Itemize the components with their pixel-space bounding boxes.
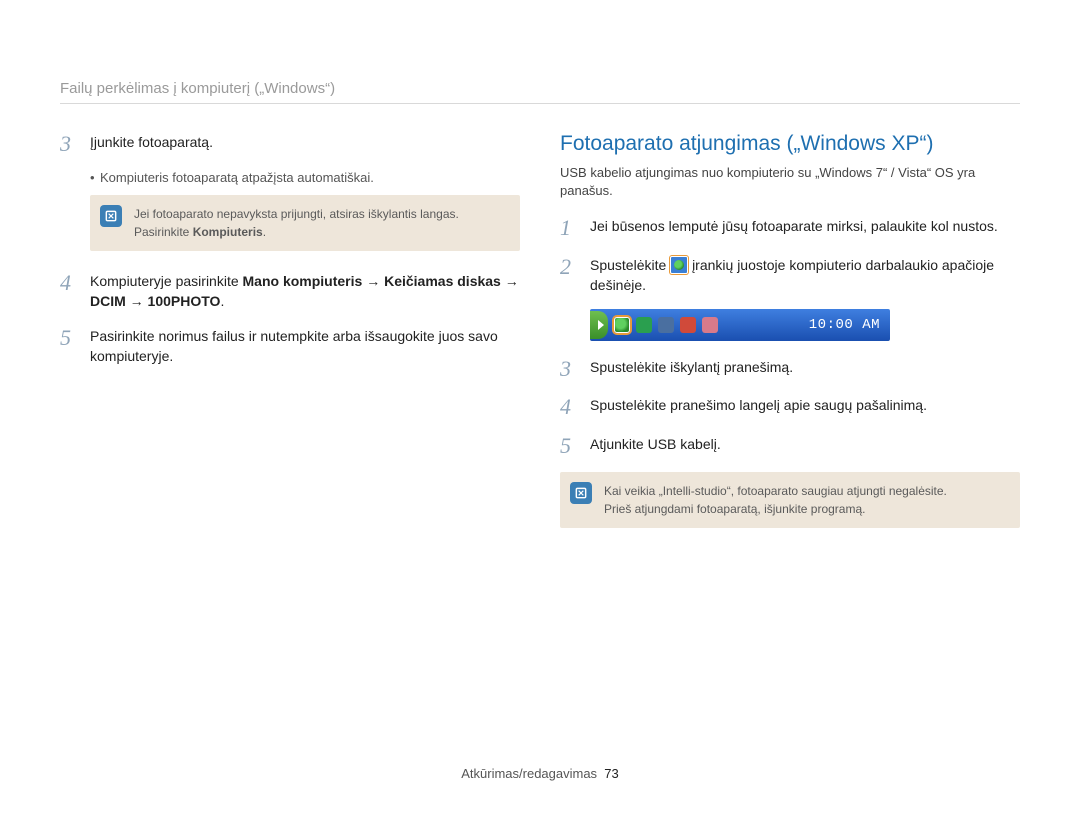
taskbar-screenshot: 10:00 AM xyxy=(590,309,890,341)
start-button-icon xyxy=(590,311,608,339)
step-number: 1 xyxy=(560,216,578,240)
note-text: . xyxy=(263,225,266,239)
monitor-tray-icon xyxy=(658,317,674,333)
note-icon xyxy=(570,482,592,504)
step-text: Spustelėkite iškylantį pranešimą. xyxy=(590,357,1020,381)
page-footer: Atkūrimas/redagavimas 73 xyxy=(0,766,1080,781)
safely-remove-icon xyxy=(670,256,688,274)
step-4: 4 Spustelėkite pranešimo langelį apie sa… xyxy=(560,395,1020,419)
step-3: 3 Įjunkite fotoaparatą. xyxy=(60,132,520,156)
step-number: 3 xyxy=(560,357,578,381)
step-1: 1 Jei būsenos lemputė jūsų fotoaparate m… xyxy=(560,216,1020,240)
step-text-part: Spustelėkite xyxy=(590,257,670,273)
note-box-1: Jei fotoaparato nepavyksta prijungti, at… xyxy=(90,195,520,251)
note-text-bold: Kompiuteris xyxy=(193,225,263,239)
step-number: 4 xyxy=(60,271,78,312)
step-number: 4 xyxy=(560,395,578,419)
step-3: 3 Spustelėkite iškylantį pranešimą. xyxy=(560,357,1020,381)
step-number: 5 xyxy=(60,326,78,367)
step-text: Kompiuteryje pasirinkite Mano kompiuteri… xyxy=(90,271,520,312)
footer-section: Atkūrimas/redagavimas xyxy=(461,766,597,781)
step-text: Jei būsenos lemputė jūsų fotoaparate mir… xyxy=(590,216,1020,240)
note-text-line: Kai veikia „Intelli-studio“, fotoaparato… xyxy=(604,482,1008,500)
network-tray-icon xyxy=(702,317,718,333)
step-5: 5 Atjunkite USB kabelį. xyxy=(560,434,1020,458)
safely-remove-tray-icon xyxy=(614,317,630,333)
note-box-2: Kai veikia „Intelli-studio“, fotoaparato… xyxy=(560,472,1020,528)
section-subtext: USB kabelio atjungimas nuo kompiuterio s… xyxy=(560,164,1020,200)
two-column-layout: 3 Įjunkite fotoaparatą. Kompiuteris foto… xyxy=(60,132,1020,548)
step-number: 3 xyxy=(60,132,78,156)
step-text: Spustelėkite pranešimo langelį apie saug… xyxy=(590,395,1020,419)
step-text: Atjunkite USB kabelį. xyxy=(590,434,1020,458)
note-text-line: Jei fotoaparato nepavyksta prijungti, at… xyxy=(134,205,508,223)
shield-tray-icon xyxy=(636,317,652,333)
step-2: 2 Spustelėkite įrankių juostoje kompiute… xyxy=(560,255,1020,296)
step-text-part: Kompiuteryje pasirinkite xyxy=(90,273,243,289)
left-column: 3 Įjunkite fotoaparatą. Kompiuteris foto… xyxy=(60,132,520,548)
step-5: 5 Pasirinkite norimus failus ir nutempki… xyxy=(60,326,520,367)
step-3-subbullet: Kompiuteris fotoaparatą atpažįsta automa… xyxy=(90,170,520,185)
note-text-line: Pasirinkite Kompiuteris. xyxy=(134,223,508,241)
note-text-line: Prieš atjungdami fotoaparatą, išjunkite … xyxy=(604,500,1008,518)
step-text: Pasirinkite norimus failus ir nutempkite… xyxy=(90,326,520,367)
step-text: Įjunkite fotoaparatą. xyxy=(90,132,520,156)
taskbar-clock: 10:00 AM xyxy=(809,317,884,333)
step-number: 2 xyxy=(560,255,578,296)
section-heading: Fotoaparato atjungimas („Windows XP“) xyxy=(560,132,1020,156)
step-text: Spustelėkite įrankių juostoje kompiuteri… xyxy=(590,255,1020,296)
right-column: Fotoaparato atjungimas („Windows XP“) US… xyxy=(560,132,1020,548)
step-text-part: . xyxy=(220,293,224,309)
volume-tray-icon xyxy=(680,317,696,333)
note-text: Pasirinkite xyxy=(134,225,193,239)
step-4: 4 Kompiuteryje pasirinkite Mano kompiute… xyxy=(60,271,520,312)
page-header: Failų perkėlimas į kompiuterį („Windows“… xyxy=(60,80,1020,104)
step-number: 5 xyxy=(560,434,578,458)
page-number: 73 xyxy=(604,766,618,781)
note-icon xyxy=(100,205,122,227)
